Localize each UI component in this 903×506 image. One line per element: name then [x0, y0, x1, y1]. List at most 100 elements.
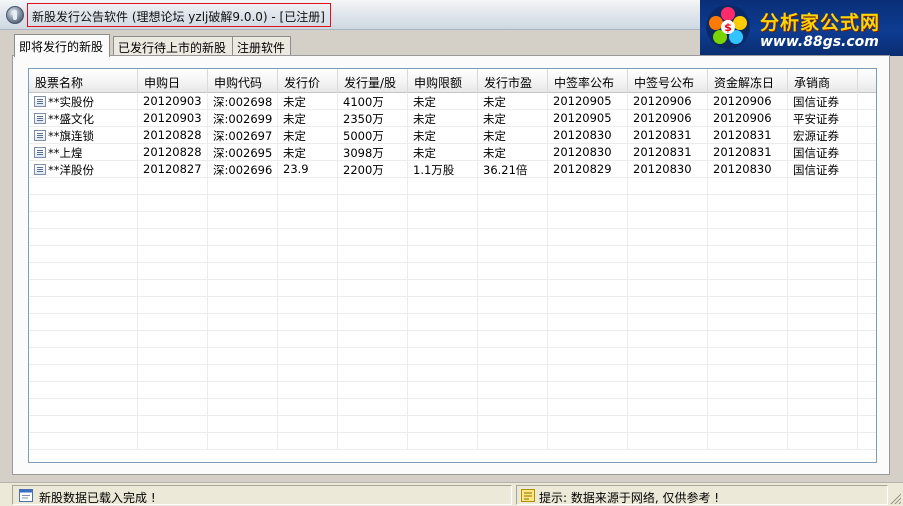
table-cell	[278, 399, 338, 416]
column-header-unfreeze-date[interactable]: 资金解冻日	[708, 69, 788, 93]
table-cell	[208, 433, 278, 450]
column-header-underwriter[interactable]: 承销商	[788, 69, 858, 93]
table-cell-filler	[858, 399, 876, 416]
table-cell	[278, 382, 338, 399]
column-header-filler	[858, 69, 876, 93]
empty-table-row	[29, 382, 876, 399]
table-cell: 20120831	[628, 144, 708, 161]
table-cell	[548, 263, 628, 280]
table-cell-filler	[858, 110, 876, 127]
table-cell: 未定	[278, 110, 338, 127]
tab-issued-pending-listing[interactable]: 已发行待上市的新股	[113, 36, 233, 56]
table-cell: 20120827	[138, 161, 208, 178]
table-cell	[628, 195, 708, 212]
table-row[interactable]: **上煌 20120828 深:002695 未定 3098万 未定 未定 20120830 2…	[29, 144, 876, 161]
table-cell	[478, 263, 548, 280]
table-cell	[278, 314, 338, 331]
table-cell	[138, 314, 208, 331]
table-cell: 国信证券	[788, 144, 858, 161]
table-cell	[708, 382, 788, 399]
table-cell	[548, 365, 628, 382]
table-cell	[29, 280, 138, 297]
table-cell	[278, 195, 338, 212]
table-cell	[29, 314, 138, 331]
table-cell	[708, 178, 788, 195]
table-cell: 20120831	[708, 144, 788, 161]
table-cell: 20120903	[138, 93, 208, 110]
table-cell	[788, 382, 858, 399]
table-cell	[408, 263, 478, 280]
table-cell	[548, 212, 628, 229]
table-cell	[478, 365, 548, 382]
table-cell	[788, 178, 858, 195]
table-cell: 20120830	[708, 161, 788, 178]
table-cell: 20120828	[138, 144, 208, 161]
table-cell	[788, 280, 858, 297]
table-row[interactable]: **盛文化 20120903 深:002699 未定 2350万 未定 未定 20120905…	[29, 110, 876, 127]
table-cell	[788, 433, 858, 450]
table-cell	[478, 229, 548, 246]
column-header-subscribe-code[interactable]: 申购代码	[208, 69, 278, 93]
logo-title: 分析家公式网	[760, 12, 881, 34]
column-header-allot-rate-date[interactable]: 中签率公布	[548, 69, 628, 93]
table-cell	[138, 212, 208, 229]
tab-register-software[interactable]: 注册软件	[232, 36, 291, 56]
column-header-issue-volume[interactable]: 发行量/股	[338, 69, 408, 93]
table-cell: 20120830	[628, 161, 708, 178]
table-row[interactable]: **实股份 20120903 深:002698 未定 4100万 未定 未定 20120905…	[29, 93, 876, 110]
column-header-subscribe-limit[interactable]: 申购限额	[408, 69, 478, 93]
column-header-subscribe-date[interactable]: 申购日	[138, 69, 208, 93]
table-cell	[408, 416, 478, 433]
table-cell	[338, 433, 408, 450]
ipo-table[interactable]: 股票名称 申购日 申购代码 发行价 发行量/股 申购限额 发行市盈 中签率公布 中签号公布 资金解…	[28, 68, 877, 463]
table-cell: 未定	[408, 93, 478, 110]
table-cell	[29, 433, 138, 450]
table-cell	[278, 263, 338, 280]
table-cell	[788, 246, 858, 263]
table-cell-filler	[858, 127, 876, 144]
table-cell	[548, 382, 628, 399]
table-cell	[208, 348, 278, 365]
table-row[interactable]: **旗连锁 20120828 深:002697 未定 5000万 未定 未定 20120830…	[29, 127, 876, 144]
table-cell	[788, 399, 858, 416]
table-cell	[788, 314, 858, 331]
table-cell	[138, 263, 208, 280]
table-cell: 23.9	[278, 161, 338, 178]
table-cell	[408, 331, 478, 348]
table-cell	[408, 246, 478, 263]
table-cell	[478, 178, 548, 195]
table-cell	[29, 365, 138, 382]
table-cell-filler	[858, 297, 876, 314]
table-cell	[138, 280, 208, 297]
resize-grip[interactable]	[889, 492, 901, 504]
table-cell: 未定	[408, 144, 478, 161]
table-cell: 36.21倍	[478, 161, 548, 178]
status-pane-right: 提示: 数据来源于网络, 仅供参考 !	[516, 485, 888, 505]
table-row[interactable]: **洋股份 20120827 深:002696 23.9 2200万 1.1万股 36.21…	[29, 161, 876, 178]
table-cell	[338, 178, 408, 195]
column-header-lottery-date[interactable]: 中签号公布	[628, 69, 708, 93]
column-header-issue-price[interactable]: 发行价	[278, 69, 338, 93]
table-cell	[628, 246, 708, 263]
table-cell	[708, 263, 788, 280]
stock-name-text: **旗连锁	[48, 129, 94, 143]
table-cell	[478, 382, 548, 399]
column-header-issue-pe[interactable]: 发行市盈	[478, 69, 548, 93]
stock-name-text: **上煌	[48, 146, 83, 160]
table-cell-filler	[858, 161, 876, 178]
app-icon[interactable]	[6, 6, 24, 24]
empty-table-row	[29, 331, 876, 348]
column-header-stock-name[interactable]: 股票名称	[29, 69, 138, 93]
empty-table-row	[29, 246, 876, 263]
table-cell: 20120830	[548, 144, 628, 161]
table-cell	[138, 331, 208, 348]
table-cell	[708, 433, 788, 450]
table-cell: **洋股份	[29, 161, 138, 178]
status-right-text: 提示: 数据来源于网络, 仅供参考 !	[539, 491, 720, 505]
table-cell	[628, 382, 708, 399]
tab-upcoming-ipos[interactable]: 即将发行的新股	[14, 34, 110, 57]
table-cell: 未定	[278, 93, 338, 110]
table-cell: 20120906	[628, 110, 708, 127]
table-cell: 20120828	[138, 127, 208, 144]
table-cell: 20120831	[708, 127, 788, 144]
